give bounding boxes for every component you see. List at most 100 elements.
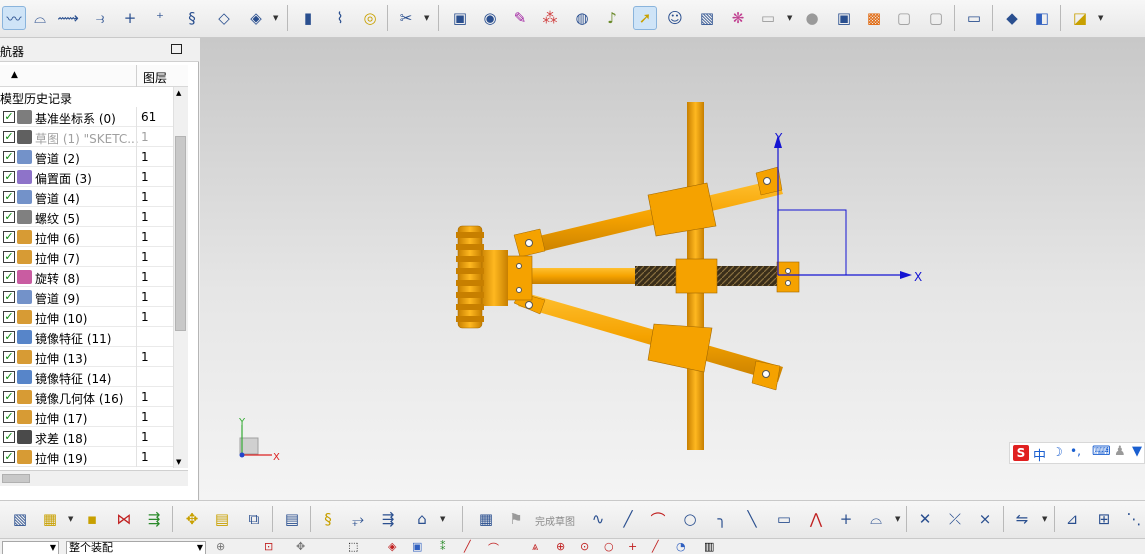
maximize-icon[interactable] — [171, 44, 182, 54]
ime-logo[interactable]: S — [1013, 445, 1029, 461]
snap-intersect-icon[interactable]: + — [628, 540, 637, 553]
visibility-checkbox[interactable]: ✓ — [3, 271, 15, 283]
section-curve-icon[interactable]: ◈ — [244, 6, 268, 30]
punctuation-icon[interactable]: •, — [1070, 444, 1081, 458]
visibility-checkbox[interactable]: ✓ — [3, 391, 15, 403]
snap-line-icon[interactable]: ╱ — [464, 540, 471, 553]
hub-block[interactable] — [505, 255, 533, 301]
circle-icon[interactable]: ○ — [678, 507, 702, 531]
upper-bracket[interactable] — [647, 182, 717, 237]
column-layer[interactable]: 图层 — [143, 69, 167, 86]
knob-collar[interactable] — [480, 250, 508, 306]
select-filter-icon[interactable]: ⊕ — [216, 540, 225, 553]
graphics-viewport[interactable]: Y X Y X — [200, 38, 1145, 500]
visibility-checkbox[interactable]: ✓ — [3, 351, 15, 363]
feature-row[interactable]: ✓ 镜像特征 (11) — [0, 327, 173, 347]
arc-icon[interactable]: ⌒ — [646, 507, 670, 531]
part-icon[interactable]: ◆ — [1000, 6, 1024, 30]
feature-row[interactable]: ✓ 管道 (2) 1 — [0, 147, 173, 167]
box-outline-icon[interactable]: ▢ — [924, 6, 948, 30]
add-component-icon[interactable]: ▦ — [38, 507, 62, 531]
feature-row[interactable]: ✓ 拉伸 (10) 1 — [0, 307, 173, 327]
feature-row[interactable]: ✓ 螺纹 (5) 1 — [0, 207, 173, 227]
quick-trim-icon[interactable]: ✕ — [913, 507, 937, 531]
chevron-down-icon[interactable]: ▼ — [1042, 515, 1047, 523]
shade-icon[interactable]: ● — [800, 6, 824, 30]
wave-link-icon[interactable]: ⇶ — [376, 507, 400, 531]
light-icon[interactable]: ♪ — [600, 6, 624, 30]
bearing-icon[interactable]: ◎ — [358, 6, 382, 30]
snap-arc-icon[interactable]: ⌒ — [488, 540, 499, 554]
ime-toolbar[interactable]: S 中 ☽ •, ⌨ ♟ ▼ — [1009, 442, 1145, 464]
feature-row[interactable]: ✓ 草图 (1) "SKETC... 1 — [0, 127, 173, 147]
assembly-icon[interactable]: ◧ — [1030, 6, 1054, 30]
replace-component-icon[interactable]: ⧉ — [242, 507, 266, 531]
project-curve-icon[interactable]: ◇ — [212, 6, 236, 30]
feature-row[interactable]: ✓ 偏置面 (3) 1 — [0, 167, 173, 187]
snap-end-icon[interactable]: ◈ — [388, 540, 396, 553]
feature-row[interactable]: ✓ 求差 (18) 1 — [0, 427, 173, 447]
fillet-icon[interactable]: ╮ — [710, 507, 734, 531]
snap-tangent-icon[interactable]: ○ — [604, 540, 614, 553]
new-component-icon[interactable]: ▪ — [80, 507, 104, 531]
history-group[interactable]: 模型历史记录 — [0, 87, 173, 107]
work-csys[interactable]: Y X — [774, 131, 922, 284]
horizontal-scroll-thumb[interactable] — [2, 474, 30, 483]
chevron-down-icon[interactable]: ▼ — [440, 515, 445, 523]
box-render-icon[interactable]: ▣ — [832, 6, 856, 30]
constraints-icon[interactable]: ⊞ — [1092, 507, 1116, 531]
lower-bracket[interactable] — [647, 323, 713, 373]
texture-icon[interactable]: ▩ — [862, 6, 886, 30]
wireframe-box-icon[interactable]: ▢ — [892, 6, 916, 30]
snap-grid-icon[interactable]: ▥ — [704, 540, 714, 553]
visibility-checkbox[interactable]: ✓ — [3, 191, 15, 203]
snap-control-icon[interactable]: ⁑ — [440, 540, 446, 553]
cylinder-part-icon[interactable]: ▮ — [296, 6, 320, 30]
exploded-view-icon[interactable]: ▤ — [280, 507, 304, 531]
feature-row[interactable]: ✓ 镜像几何体 (16) 1 — [0, 387, 173, 407]
assembly-tools-icon[interactable]: ⌂ — [410, 507, 434, 531]
snap-mid-icon[interactable]: ▣ — [412, 540, 422, 553]
spring-component-icon[interactable]: § — [316, 507, 340, 531]
feature-row[interactable]: ✓ 拉伸 (17) 1 — [0, 407, 173, 427]
visibility-checkbox[interactable]: ✓ — [3, 431, 15, 443]
polygon-icon[interactable]: ⋀ — [804, 507, 828, 531]
rectangle-select-icon[interactable]: ⬚ — [348, 540, 358, 553]
chevron-down-icon[interactable]: ▼ — [424, 14, 429, 22]
snap-perpendicular-icon[interactable]: ╱ — [652, 540, 659, 553]
visibility-checkbox[interactable]: ✓ — [3, 411, 15, 423]
profile-icon[interactable]: ∿ — [586, 507, 610, 531]
profile-icon[interactable]: ⌓ — [28, 6, 52, 30]
scroll-thumb[interactable] — [175, 136, 186, 331]
mirror-assembly-icon[interactable]: ⋈ — [112, 507, 136, 531]
color-palette-icon[interactable]: ⁂ — [538, 6, 562, 30]
snap-face-icon[interactable]: ◔ — [676, 540, 686, 553]
sketch-curve-icon[interactable]: 〰 — [2, 6, 26, 30]
visibility-checkbox[interactable]: ✓ — [3, 291, 15, 303]
material-icon[interactable]: ◍ — [570, 6, 594, 30]
chevron-down-icon[interactable]: ▼ — [895, 515, 900, 523]
feature-row[interactable]: ✓ 基准坐标系 (0) 61 — [0, 107, 173, 127]
sketch-icon[interactable]: ▧ — [8, 507, 32, 531]
mirror-curve-icon[interactable]: ⇋ — [1010, 507, 1034, 531]
visibility-checkbox[interactable]: ✓ — [3, 211, 15, 223]
camera-icon[interactable]: ◉ — [478, 6, 502, 30]
finish-sketch-flag-icon[interactable]: ⚑ — [504, 507, 528, 531]
feature-row[interactable]: ✓ 管道 (4) 1 — [0, 187, 173, 207]
photo-icon[interactable]: ▧ — [695, 6, 719, 30]
knob[interactable] — [456, 225, 484, 329]
scene-icon[interactable]: ❋ — [726, 6, 750, 30]
visibility-checkbox[interactable]: ✓ — [3, 111, 15, 123]
scroll-down-icon[interactable]: ▼ — [176, 458, 181, 466]
visibility-checkbox[interactable]: ✓ — [3, 371, 15, 383]
brush-icon[interactable]: ✎ — [508, 6, 532, 30]
screw-shank[interactable] — [520, 268, 635, 284]
rectangle-icon[interactable]: ▭ — [772, 507, 796, 531]
spring-icon[interactable]: ⌇ — [328, 6, 352, 30]
create-sketch-icon[interactable]: ▦ — [474, 507, 498, 531]
visibility-checkbox[interactable]: ✓ — [3, 331, 15, 343]
studio-spline-icon[interactable]: ⟿ — [56, 6, 80, 30]
screw-end-block[interactable] — [776, 261, 800, 293]
point-set-icon[interactable]: ⁺ — [148, 6, 172, 30]
feature-row[interactable]: ✓ 管道 (9) 1 — [0, 287, 173, 307]
